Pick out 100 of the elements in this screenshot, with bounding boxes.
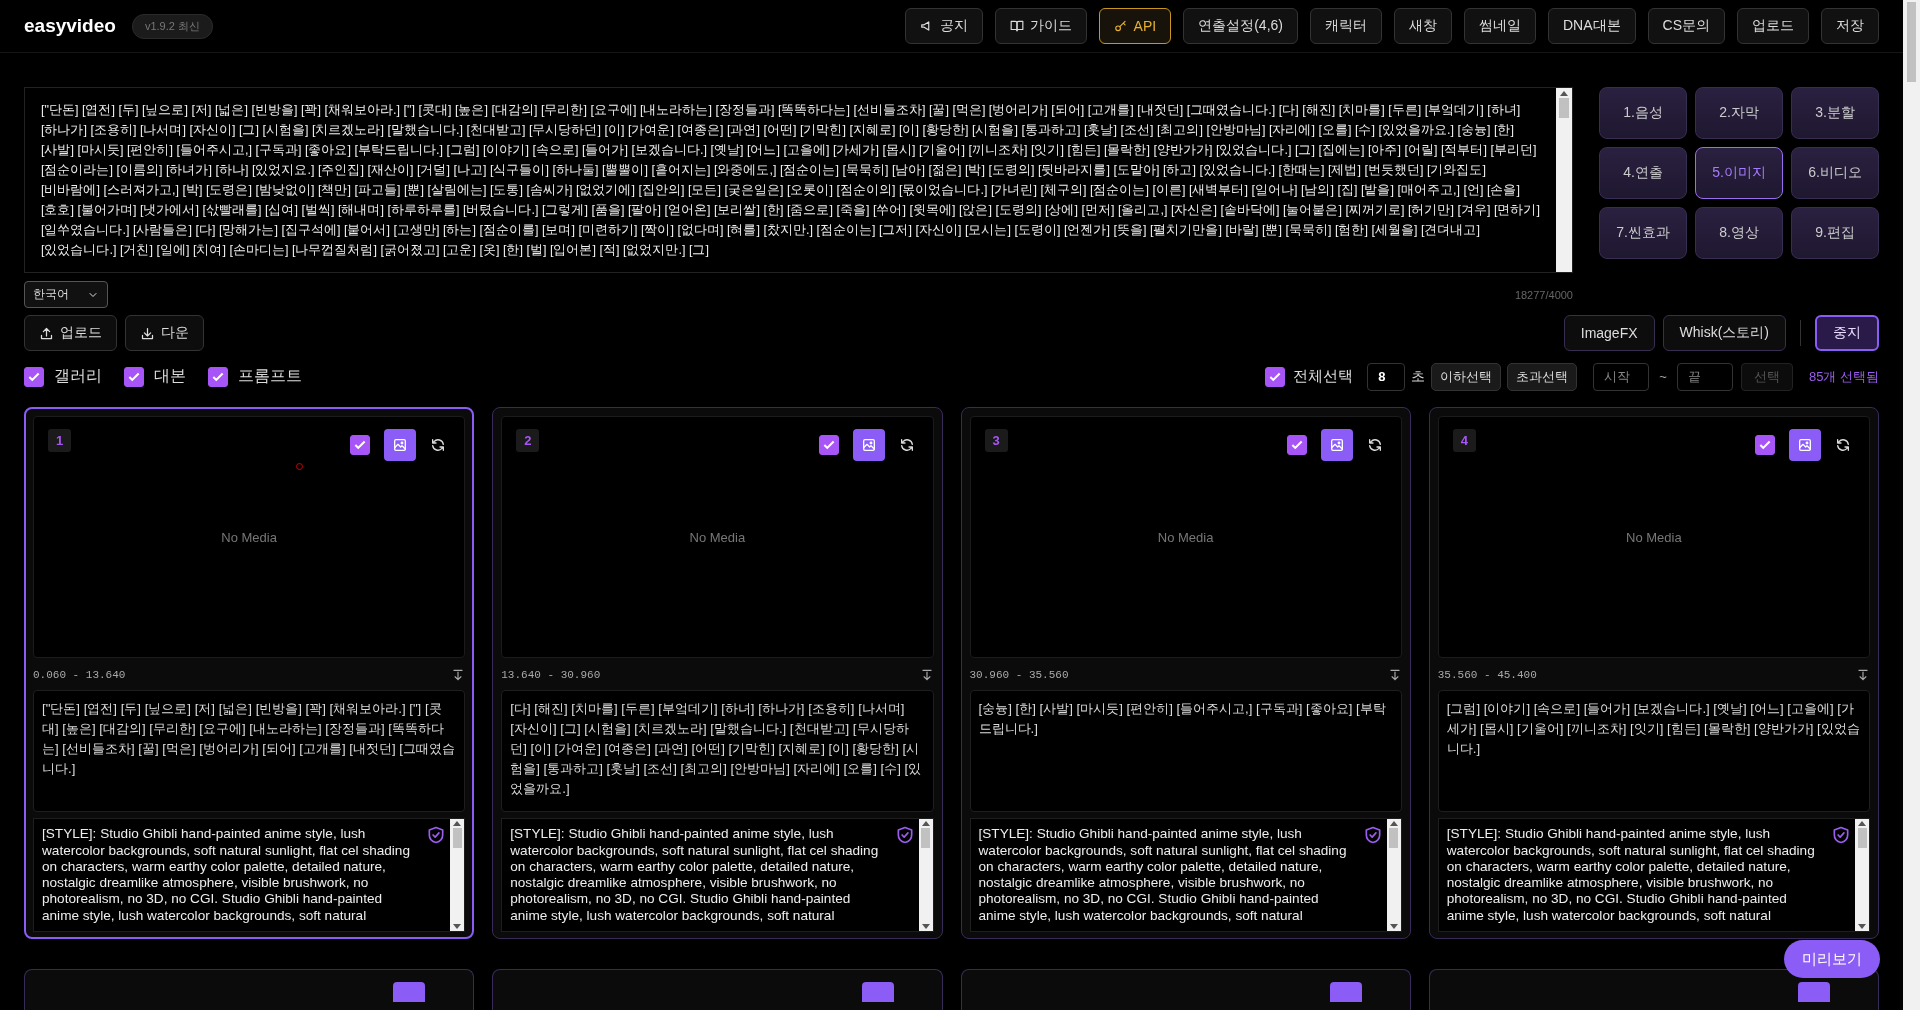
image-button[interactable] [852, 429, 885, 462]
arrow-down-to-line-icon [1387, 668, 1402, 683]
image-button[interactable] [1789, 429, 1821, 462]
step-button[interactable]: 7.씬효과 [1599, 207, 1687, 260]
toggle-label: 대본 [154, 366, 186, 386]
start-input[interactable]: 시작 [1593, 362, 1650, 391]
header-button[interactable]: 연출설정(4,6) [1183, 8, 1298, 45]
refresh-button[interactable] [1366, 437, 1383, 454]
seconds-input[interactable]: 8 [1367, 362, 1406, 391]
step-button[interactable]: 2.자막 [1695, 87, 1783, 140]
step-button[interactable]: 9.편집 [1791, 207, 1879, 260]
script-text[interactable]: [다] [해진] [치마를] [두른] [부엌데기] [하녀] [하나가] [조용히] [나서며] [자신이] [그] [시험을] [치르겠노라] [말했습니다.] [천대받고] [무시당하던] [이] [가여운] [여종은] [과연] [어떤] [기막힌] [지혜로] [이] [황당한] [시험을] [통과하고] [훗날] [조선] [최고의] [안방마님] [자리에] [오를] [수] [있었을까요.] [501, 690, 934, 813]
arrow-down-to-line-icon [919, 668, 934, 683]
scene-number: 1 [48, 429, 72, 453]
no-media-text: No Media [221, 529, 277, 545]
end-input[interactable]: 끝 [1676, 362, 1733, 391]
select-above-button[interactable]: 초과선택 [1507, 362, 1578, 391]
header-button[interactable]: 썸네일 [1464, 8, 1536, 45]
step-button[interactable]: 3.분할 [1791, 87, 1879, 140]
scene-checkbox[interactable] [1286, 435, 1307, 456]
scrollbar[interactable] [1386, 819, 1401, 931]
preview-button[interactable]: 미리보기 [1784, 940, 1880, 978]
script-textarea[interactable]: ["단돈] [엽전] [두] [닢으로] [저] [넓은] [빈방을] [꽉] [채워보아라.] ["] [콧대] [높은] [대감의] [무리한] [요구에] [내노라하는] [장정들과] [똑똑하다는] [선비들조차] [꿀] [먹은] [벙어리가] [되어] [고개를] [내젓던] [그때였습니다.] [다] [해진] [치마를] [두른] [부엌데기] [하녀] [하나가] [조용히] [나서며] [자신이] [그] [시험을] [치르겠노라] [말했습니다.] [천대받고] [무시당하던] [이] [가여운] [여종은] [과연] [어떤] [기막힌] [지혜로] [이] [황당한] [시험을] [통과하고] [훗날] [조선] [최고의] [안방마님] [자리에] [오를] [수] [있었을까요.] [숭늉] [한] [사발] [마시듯] [편안히] [들어주시고,] [구독과] [좋아요] [부탁드립니다.] [그럼] [이야기] [속으로] [들어가] [보겠습니다.] [옛날] [어느] [고을에] [가세가] [몹시] [기울어] [끼니조차] [잇기] [힘든] [몰락한] [양반가가] [있었습니다.] [그] [집에는] [아주] [어릴] [적부터] [부리던] [점순이라는] [이름의] [하녀가] [하나] [있었지요.] [주인집] [재산이] [거덜] [나고] [식구들이] [하나둘] [뿔뿔이] [흩어지는] [와중에도,] [점순이는] [묵묵히] [남아] [젊은] [박] [도령의] [뒷바라지를] [도맡아] [하고] [있었습니다.] [한때는] [제법] [번듯했던] [기와집도] [비바람에] [스러져가고,] [박] [도령은] [밤낮없이] [책만] [파고들] [뿐] [살림에는] [도통] [솜씨가] [없었기에] [집안의] [모든] [궂은일은] [오롯이] [점순이의] [몫이었습니다.] [가녀린] [체구의] [점순이는] [이른] [새벽부터] [일어나] [남의] [집] [밭을] [매어주고,] [언] [손을] [호호] [불어가며] [냇가에서] [삯빨래를] [십여] [벌씩] [해내며] [하루하루를] [버텼습니다.] [그렇게] [품을] [팔아] [얻어온] [보리쌀] [한] [줌으로] [죽을] [쑤어] [윗목에] [앉은] [도령의] [상에] [먼저] [올리고,] [자신은] [솥바닥에] [눌어붙은] [찌꺼기로] [허기만] [겨우] [면하기] [일쑤였습니다.] [사람들은] [다] [망해가는] [집구석에] [붙어서] [고생만] [하는] [점순이를] [보며] [미련하기] [짝이] [없다며] [혀를] [찼지만.] [점순이는] [그저] [자신이] [모시는] [도령이] [언젠가] [뜻을] [펼치기만을] [바랄] [뿐] [묵묵히] [험한] [세월을] [견뎌내고] [있었습니다.] [거친] [일에] [치여] [손마디는] [나무껍질처럼] [굵어졌고] [고운] [옷] [한] [벌] [입어본] [적] [없었지만.] [그] [24, 87, 1573, 274]
scene-card[interactable] [24, 407, 475, 939]
image-icon [392, 437, 409, 454]
version-badge: v1.9.2 최신 [131, 13, 213, 39]
header-button[interactable]: 공지 [904, 8, 983, 45]
prompt-textarea[interactable]: [STYLE]: Studio Ghibli hand-painted anime style, lush watercolor backgrounds, soft natural sunlight, flat cel shading on characters, warm earthy color palette, detailed nature, nostalgic dreamlike atmosphere, visible brushwork, no photorealism, no 3D, no CGI. Studio Ghibli hand-painted anime style, lush watercolor backgrounds, soft natural [1437, 818, 1870, 932]
language-select[interactable]: 한국어 [24, 281, 108, 309]
download-button[interactable] [919, 668, 934, 683]
generator-button[interactable]: Whisk(스토리) [1662, 315, 1786, 352]
select-all-label: 전체선택 [1293, 367, 1354, 386]
prompt-textarea[interactable]: [STYLE]: Studio Ghibli hand-painted anime style, lush watercolor backgrounds, soft natural sunlight, flat cel shading on characters, warm earthy color palette, detailed nature, nostalgic dreamlike atmosphere, visible brushwork, no photorealism, no 3D, no CGI. Studio Ghibli hand-painted anime style, lush watercolor backgrounds, soft natural [969, 818, 1402, 932]
header-button[interactable]: API [1098, 8, 1172, 45]
refresh-button[interactable] [430, 437, 447, 454]
toggle-checkbox[interactable] [24, 366, 44, 387]
stop-button[interactable]: 중지 [1815, 315, 1879, 352]
refresh-button[interactable] [1835, 437, 1851, 454]
scene-card[interactable] [492, 407, 943, 939]
scene-checkbox[interactable] [350, 435, 371, 456]
file-button[interactable]: 업로드 [24, 315, 117, 352]
script-text[interactable]: ["단돈] [엽전] [두] [닢으로] [저] [넓은] [빈방을] [꽉] [채워보아라.] ["] [콧대] [높은] [대감의] [무리한] [요구에] [내노라하는] [장정들과] [똑똑하다는] [선비들조차] [꿀] [먹은] [벙어리가] [되어] [고개를] [내젓던] [그때였습니다.] [33, 690, 466, 813]
app-logo[interactable]: easyvideo [24, 15, 116, 38]
script-text[interactable]: [숭늉] [한] [사발] [마시듯] [편안히] [들어주시고,] [구독과] [좋아요] [부탁드립니다.] [969, 690, 1402, 813]
refresh-icon [1366, 437, 1383, 454]
time-range: 0.060 - 13.640 [33, 669, 126, 682]
shield-check-icon [426, 825, 447, 846]
step-button[interactable]: 8.영상 [1695, 207, 1783, 260]
scene-number: 3 [984, 429, 1008, 453]
download-button[interactable] [1856, 668, 1870, 683]
scrollbar[interactable] [918, 819, 933, 931]
image-button[interactable] [384, 429, 417, 462]
prompt-textarea[interactable]: [STYLE]: Studio Ghibli hand-painted anime style, lush watercolor backgrounds, soft natural sunlight, flat cel shading on characters, warm earthy color palette, detailed nature, nostalgic dreamlike atmosphere, visible brushwork, no photorealism, no 3D, no CGI. Studio Ghibli hand-painted anime style, lush watercolor backgrounds, soft natural [501, 818, 934, 932]
arrow-down-to-line-icon [451, 668, 466, 683]
toggle-checkbox[interactable] [208, 366, 228, 387]
step-button[interactable]: 5.이미지 [1695, 147, 1783, 200]
shield-check-icon [1831, 825, 1851, 846]
scrollbar[interactable] [1903, 0, 1920, 1010]
scene-checkbox[interactable] [818, 435, 839, 456]
download-button[interactable] [451, 668, 466, 683]
time-range: 30.960 - 35.560 [969, 669, 1069, 682]
header-button[interactable]: DNA대본 [1548, 8, 1636, 45]
header-button[interactable]: 새창 [1394, 8, 1452, 45]
image-icon [1328, 437, 1345, 454]
header-button[interactable]: 가이드 [994, 8, 1087, 45]
header-button[interactable]: 캐릭터 [1310, 8, 1382, 45]
select-all-checkbox[interactable] [1265, 366, 1286, 387]
scrollbar[interactable] [1556, 88, 1572, 273]
seconds-unit: 초 [1411, 367, 1426, 386]
step-button[interactable]: 4.연출 [1599, 147, 1687, 200]
download-icon [140, 325, 155, 341]
scene-checkbox[interactable] [1755, 435, 1775, 456]
key-icon [1113, 19, 1128, 34]
refresh-icon [430, 437, 447, 454]
header-button[interactable]: 저장 [1821, 8, 1879, 45]
scene-number: 2 [516, 429, 540, 453]
scene-card[interactable] [960, 407, 1411, 939]
generator-button[interactable]: ImageFX [1563, 315, 1655, 352]
prompt-textarea[interactable]: [STYLE]: Studio Ghibli hand-painted anime style, lush watercolor backgrounds, soft natural sunlight, flat cel shading on characters, warm earthy color palette, detailed nature, nostalgic dreamlike atmosphere, visible brushwork, no photorealism, no 3D, no CGI. Studio Ghibli hand-painted anime style, lush watercolor backgrounds, soft natural [33, 818, 466, 932]
refresh-icon [1835, 437, 1851, 454]
time-range: 35.560 - 45.400 [1437, 669, 1537, 682]
scrollbar[interactable] [1855, 819, 1869, 931]
scene-card[interactable] [1428, 407, 1879, 939]
header-button[interactable]: CS문의 [1647, 8, 1725, 45]
download-button[interactable] [1387, 668, 1402, 683]
range-separator: ~ [1659, 369, 1667, 384]
no-media-text: No Media [689, 529, 746, 545]
step-button[interactable]: 6.비디오 [1791, 147, 1879, 200]
image-button[interactable] [1320, 429, 1353, 462]
select-below-button[interactable]: 이하선택 [1431, 362, 1502, 391]
scrollbar[interactable] [450, 819, 465, 931]
refresh-button[interactable] [898, 437, 915, 454]
toggle-checkbox[interactable] [124, 366, 144, 387]
arrow-down-to-line-icon [1856, 668, 1870, 683]
file-button[interactable]: 다운 [125, 315, 204, 352]
header-button[interactable]: 업로드 [1737, 8, 1809, 45]
step-button[interactable]: 1.음성 [1599, 87, 1687, 140]
time-range: 13.640 - 30.960 [501, 669, 601, 682]
toggle-label: 갤러리 [54, 366, 102, 386]
script-text[interactable]: [그럼] [이야기] [속으로] [들어가] [보겠습니다.] [옛날] [어느] [고을에] [가세가] [몹시] [기울어] [끼니조차] [잇기] [힘든] [몰락한] [양반가가] [있었습니다.] [1437, 690, 1870, 813]
